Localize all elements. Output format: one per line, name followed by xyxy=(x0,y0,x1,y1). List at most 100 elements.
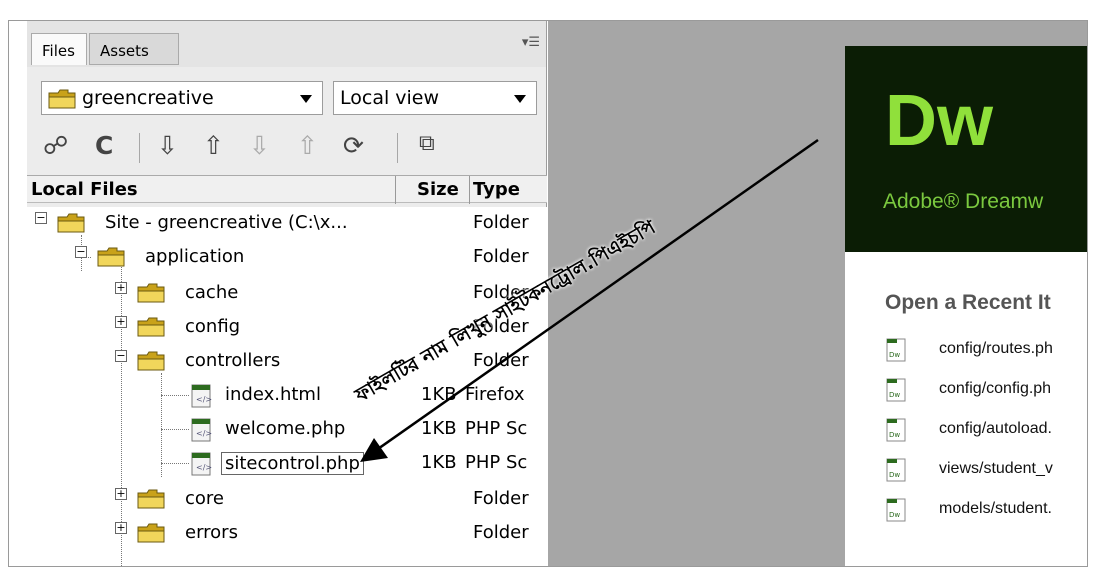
tree-item-type: Folder xyxy=(473,246,529,267)
file-list-header: Local Files Size Type xyxy=(27,175,547,204)
rename-input[interactable]: sitecontrol.php xyxy=(221,452,364,475)
svg-text:Dw: Dw xyxy=(889,351,900,359)
tree-item-type: Firefox xyxy=(465,384,525,405)
tree-item-type: Folder xyxy=(473,522,529,543)
expand-icon[interactable]: + xyxy=(115,282,127,294)
tree-item-name: welcome.php xyxy=(225,418,346,439)
recent-item-label: views/student_v xyxy=(939,460,1053,477)
tree-line xyxy=(161,463,189,464)
collapse-icon[interactable]: − xyxy=(35,212,47,224)
dw-file-icon: Dw xyxy=(886,418,906,442)
column-size[interactable]: Size xyxy=(417,179,459,200)
tree-item-type: PHP Sc xyxy=(465,418,528,439)
tree-item-size: 1KB xyxy=(421,452,457,473)
svg-text:</>: </> xyxy=(196,463,212,472)
php-file-icon: </> xyxy=(191,452,212,476)
chevron-down-icon xyxy=(514,95,526,103)
tree-row[interactable]: </> index.html 1KB Firefox xyxy=(27,379,547,413)
folder-icon xyxy=(137,489,165,509)
svg-text:Dw: Dw xyxy=(889,431,900,439)
tree-item-type: Folder xyxy=(473,488,529,509)
welcome-screen: Dw Adobe® Dreamw Open a Recent It Dw con… xyxy=(845,46,1087,566)
check-out-icon[interactable]: ⇩ xyxy=(249,131,270,160)
expand-icon[interactable]: + xyxy=(115,316,127,328)
tree-item-name: controllers xyxy=(185,350,281,371)
recent-item-label: config/routes.ph xyxy=(939,340,1053,357)
folder-icon xyxy=(137,351,165,371)
refresh-icon[interactable]: C xyxy=(95,131,113,160)
svg-text:</>: </> xyxy=(196,429,212,438)
tree-item-name: application xyxy=(145,246,245,267)
recent-item-label: config/autoload. xyxy=(939,420,1052,437)
tree-item-name: core xyxy=(185,488,224,509)
connect-icon[interactable]: ☍ xyxy=(43,131,68,160)
tree-item-name: errors xyxy=(185,522,238,543)
tree-row-editing[interactable]: </> sitecontrol.php 1KB PHP Sc xyxy=(27,447,547,481)
tree-row[interactable]: − application Folder xyxy=(27,241,547,275)
dw-file-icon: Dw xyxy=(886,338,906,362)
expand-icon[interactable]: + xyxy=(115,522,127,534)
view-select-value: Local view xyxy=(340,87,440,109)
column-type[interactable]: Type xyxy=(473,179,520,200)
synchronize-icon[interactable]: ⟳ xyxy=(343,131,364,160)
tab-assets[interactable]: Assets xyxy=(89,33,179,65)
column-local-files[interactable]: Local Files xyxy=(31,179,138,200)
column-divider[interactable] xyxy=(469,176,470,204)
recent-item[interactable]: Dw config/routes.ph xyxy=(885,338,1087,368)
chevron-down-icon xyxy=(300,95,312,103)
toolbar-separator xyxy=(139,133,140,163)
collapse-icon[interactable]: − xyxy=(115,350,127,362)
folder-icon xyxy=(97,247,125,267)
tree-row[interactable]: + core Folder xyxy=(27,483,547,517)
html-file-icon: </> xyxy=(191,384,212,408)
folder-icon xyxy=(137,317,165,337)
expand-icon[interactable]: ⧉ xyxy=(419,131,435,156)
tree-row[interactable]: + errors Folder xyxy=(27,517,547,551)
recent-item[interactable]: Dw models/student. xyxy=(885,498,1087,528)
dw-file-icon: Dw xyxy=(886,378,906,402)
collapse-icon[interactable]: − xyxy=(75,246,87,258)
recent-item[interactable]: Dw config/config.ph xyxy=(885,378,1087,408)
view-select-row: Local view xyxy=(333,81,537,115)
site-select-value: greencreative xyxy=(82,87,214,109)
check-in-icon[interactable]: ⇧ xyxy=(297,131,318,160)
file-tree: − Site - greencreative (C:\x... Folder −… xyxy=(27,207,547,566)
view-select[interactable]: Local view xyxy=(333,81,537,115)
panel-tab-bar: Files Assets ▾☰ xyxy=(27,21,546,67)
recent-item-label: models/student. xyxy=(939,500,1052,517)
tree-item-name: index.html xyxy=(225,384,321,405)
files-panel: Files Assets ▾☰ greencreative Local view… xyxy=(27,21,547,566)
files-toolbar: ☍ C ⇩ ⇧ ⇩ ⇧ ⟳ ⧉ xyxy=(27,127,547,167)
recent-item[interactable]: Dw views/student_v xyxy=(885,458,1087,488)
tree-row[interactable]: + cache Folder xyxy=(27,277,547,311)
get-files-icon[interactable]: ⇩ xyxy=(157,131,178,160)
tree-line xyxy=(161,429,189,430)
options-menu-icon[interactable]: ▾☰ xyxy=(522,35,540,50)
folder-icon xyxy=(48,89,76,109)
tab-files[interactable]: Files xyxy=(31,33,87,65)
dw-logo: Dw xyxy=(885,81,993,161)
tree-item-name: cache xyxy=(185,282,239,303)
svg-text:Dw: Dw xyxy=(889,511,900,519)
tree-row[interactable]: </> welcome.php 1KB PHP Sc xyxy=(27,413,547,447)
dw-file-icon: Dw xyxy=(886,498,906,522)
tree-item-size: 1KB xyxy=(421,384,457,405)
tree-item-size: 1KB xyxy=(421,418,457,439)
toolbar-separator xyxy=(397,133,398,163)
recent-item[interactable]: Dw config/autoload. xyxy=(885,418,1087,448)
site-select[interactable]: greencreative xyxy=(41,81,323,115)
column-divider[interactable] xyxy=(395,176,396,204)
tree-item-type: PHP Sc xyxy=(465,452,528,473)
expand-icon[interactable]: + xyxy=(115,488,127,500)
tree-item-type: Folder xyxy=(473,350,529,371)
tree-item-name: Site - greencreative (C:\x... xyxy=(105,212,348,233)
site-select-row: greencreative xyxy=(41,81,323,115)
product-name: Adobe® Dreamw xyxy=(883,190,1044,213)
dw-file-icon: Dw xyxy=(886,458,906,482)
php-file-icon: </> xyxy=(191,418,212,442)
welcome-banner: Dw Adobe® Dreamw xyxy=(845,46,1087,252)
folder-icon xyxy=(57,213,85,233)
recent-files-title: Open a Recent It xyxy=(885,291,1051,314)
tree-row[interactable]: − Site - greencreative (C:\x... Folder xyxy=(27,207,547,241)
put-files-icon[interactable]: ⇧ xyxy=(203,131,224,160)
